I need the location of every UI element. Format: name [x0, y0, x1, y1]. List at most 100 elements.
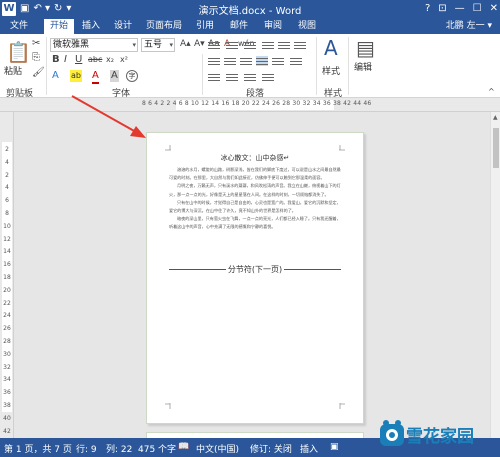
ruler-tick-label: 36 — [3, 389, 11, 397]
enclose-char-icon[interactable]: 字 — [126, 70, 138, 82]
margin-corner-mark — [165, 145, 171, 151]
close-icon[interactable]: ✕ — [490, 0, 498, 18]
shrink-font-icon[interactable]: A▾ — [194, 38, 205, 50]
line-spacing-icon[interactable] — [290, 56, 302, 66]
ribbon: 📋 粘贴 ✂ ⎘ 🖌 剪贴板 微软雅黑 ▾ 五号 ▾ A▴ A▾ Aa A wén … — [0, 34, 500, 99]
ribbon-tabs: 文件 开始 插入 设计 页面布局 引用 邮件 审阅 视图 北鹏 左一 ▾ — [0, 18, 500, 34]
divider — [316, 37, 317, 95]
document-canvas[interactable]: 冰心散文：山中杂感↵ 溶溶的水月，螺旋的山路，树影深浅，皆在我们的脚底下度过，可… — [14, 112, 490, 444]
horizontal-ruler[interactable]: 8 6 4 2 2 4 6 8 10 12 14 16 18 20 22 24 … — [0, 98, 500, 112]
ruler-tick-label: 16 — [3, 261, 11, 269]
user-account[interactable]: 北鹏 左一 ▾ — [446, 19, 492, 34]
align-center-icon[interactable] — [224, 56, 236, 66]
font-color-icon[interactable]: A — [92, 70, 99, 84]
ruler-tick-label: 4 — [5, 158, 9, 166]
help-icon[interactable]: ? — [425, 0, 430, 18]
paste-icon[interactable]: 📋 — [6, 40, 31, 64]
decrease-indent-icon[interactable] — [262, 40, 274, 50]
paragraph[interactable]: 月明之夜，万籁无声，只有溪水的潺潺，和风吹松涛的声音。我立在山巅，俯视着山下的灯… — [169, 182, 341, 198]
language-indicator[interactable]: 中文(中国) — [196, 442, 239, 455]
bold-button[interactable]: B — [52, 54, 60, 66]
strikethrough-button[interactable]: abc — [88, 54, 102, 66]
tab-layout[interactable]: 页面布局 — [142, 19, 186, 34]
maximize-icon[interactable]: ☐ — [473, 0, 482, 18]
styles-button[interactable]: 样式 — [322, 64, 340, 77]
ruler-tick-label: 18 — [3, 273, 11, 281]
font-name-select[interactable]: 微软雅黑 ▾ — [50, 38, 138, 52]
document-body[interactable]: 溶溶的水月，螺旋的山路，树影深浅，皆在我们的脚底下度过，可以说是山水之间最自然最… — [169, 166, 341, 232]
tab-mailings[interactable]: 邮件 — [224, 19, 254, 34]
vertical-ruler[interactable]: 2 4 2 4 6 8 10 12 14 16 18 20 22 24 26 28 30 32 34 36 38 40 42… — [0, 112, 14, 457]
tab-design[interactable]: 设计 — [108, 19, 138, 34]
ruler-tick-label: 2 — [5, 171, 9, 179]
ruler-scale: 8 6 4 2 2 4 6 8 10 12 14 16 18 20 22 24 … — [142, 100, 372, 107]
format-painter-icon[interactable]: 🖌 — [32, 67, 45, 79]
vertical-scrollbar[interactable]: ▲ — [490, 112, 500, 438]
styles-icon[interactable]: A — [324, 36, 338, 60]
subscript-button[interactable]: x₂ — [106, 54, 114, 66]
superscript-button[interactable]: x² — [120, 54, 128, 66]
underline-button[interactable]: U — [75, 54, 82, 66]
show-marks-icon[interactable] — [262, 72, 274, 82]
font-size-select[interactable]: 五号 ▾ — [141, 38, 175, 52]
borders-icon[interactable] — [226, 72, 238, 82]
distributed-icon[interactable] — [272, 56, 284, 66]
chinese-layout-icon[interactable] — [244, 72, 256, 82]
tab-review[interactable]: 审阅 — [258, 19, 288, 34]
editing-button[interactable]: 编辑 — [354, 60, 372, 73]
collapse-ribbon-icon[interactable]: ^ — [488, 86, 495, 98]
section-break[interactable]: 分节符(下一页) — [169, 264, 341, 275]
bullets-icon[interactable] — [208, 40, 220, 50]
sort-icon[interactable] — [294, 40, 306, 50]
char-shading-icon[interactable]: A — [110, 70, 119, 82]
ruler-tick-label: 28 — [3, 337, 11, 345]
justify-icon[interactable] — [256, 56, 268, 66]
grow-font-icon[interactable]: A▴ — [180, 38, 191, 50]
increase-indent-icon[interactable] — [278, 40, 290, 50]
macro-icon[interactable]: ▣ — [330, 442, 339, 452]
paragraph[interactable]: 只有在山中的时候，才觉得自己是自由的，心灵也是宽广的。我爱山，爱它的沉默和坚定，… — [169, 199, 341, 215]
scroll-thumb[interactable] — [493, 128, 499, 168]
insert-mode[interactable]: 插入 — [300, 442, 318, 455]
track-changes-status[interactable]: 修订: 关闭 — [250, 442, 292, 455]
editing-icon[interactable]: ▤ — [356, 36, 375, 60]
shading-icon[interactable] — [208, 72, 220, 82]
multilevel-list-icon[interactable] — [244, 40, 256, 50]
tab-file[interactable]: 文件 — [2, 19, 36, 34]
word-count[interactable]: 475 个字 — [138, 442, 176, 455]
scroll-up-icon[interactable]: ▲ — [493, 114, 498, 121]
paste-button[interactable]: 粘贴 — [4, 64, 22, 77]
tab-home[interactable]: 开始 — [44, 19, 74, 34]
ribbon-display-icon[interactable]: ⊡ — [438, 0, 446, 18]
watermark-text: 雪花家园 — [406, 427, 474, 447]
divider — [348, 37, 349, 95]
paragraph[interactable]: 暗夜的深山里，只有萤火虫在飞舞，一点一点的亮光，人们都已经入睡了。只有我还醒着，… — [169, 215, 341, 231]
text-effects-icon[interactable]: A — [52, 70, 59, 82]
section-break-line — [284, 269, 341, 270]
cut-icon[interactable]: ✂ — [32, 38, 40, 50]
tab-references[interactable]: 引用 — [190, 19, 220, 34]
align-left-icon[interactable] — [208, 56, 220, 66]
line-number: 行: 9 — [76, 445, 97, 455]
document-title[interactable]: 冰心散文：山中杂感↵ — [147, 153, 363, 163]
divider — [46, 37, 47, 95]
ruler-tick-label: 38 — [3, 401, 11, 409]
highlight-icon[interactable]: ab — [70, 70, 82, 82]
proofing-icon[interactable]: 📖 — [178, 442, 189, 452]
align-right-icon[interactable] — [240, 56, 252, 66]
copy-icon[interactable]: ⎘ — [32, 52, 40, 64]
section-break-label: 分节符(下一页) — [227, 265, 283, 274]
vertical-ruler-scale: 2 4 2 4 6 8 10 12 14 16 18 20 22 24 26 28 30 32 34 36 38 40 42… — [3, 144, 11, 457]
numbering-icon[interactable] — [226, 40, 238, 50]
tab-insert[interactable]: 插入 — [78, 19, 104, 34]
paragraph[interactable]: 溶溶的水月，螺旋的山路，树影深浅，皆在我们的脚底下度过，可以说是山水之间最自然最… — [169, 166, 341, 182]
tab-view[interactable]: 视图 — [292, 19, 322, 34]
page-count[interactable]: 第 1 页，共 7 页 — [4, 442, 72, 455]
ruler-tick-label: 4 — [5, 184, 9, 192]
document-page[interactable]: 冰心散文：山中杂感↵ 溶溶的水月，螺旋的山路，树影深浅，皆在我们的脚底下度过，可… — [146, 132, 364, 424]
site-watermark: 雪花家园 — [378, 418, 496, 452]
ruler-tick-label: 30 — [3, 350, 11, 358]
italic-button[interactable]: I — [64, 54, 67, 66]
ruler-tick-label: 24 — [3, 312, 11, 320]
minimize-icon[interactable]: — — [455, 0, 465, 18]
